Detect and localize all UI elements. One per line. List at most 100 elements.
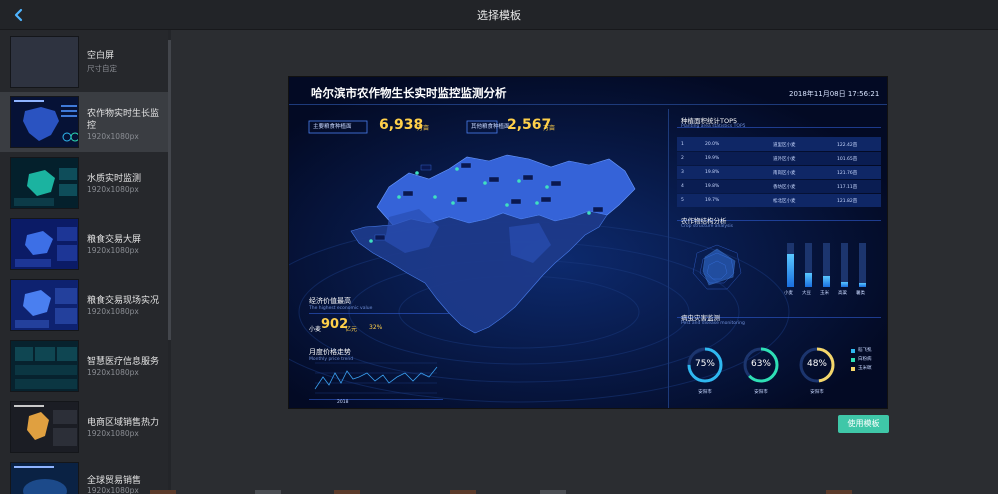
top5-cell-pct: 19.9%: [705, 156, 720, 161]
preview-title: 哈尔滨市农作物生长实时监控监测分析: [311, 86, 507, 100]
top5-cell-area: 117.11亩: [837, 185, 858, 190]
template-size: 1920x1080px: [87, 429, 139, 438]
econ-change: 32%: [369, 324, 383, 331]
legend-swatch: [851, 358, 855, 362]
template-thumbnail: [10, 401, 79, 453]
bar-track: [859, 243, 866, 287]
top5-row: 3 19.8% 南岗区小麦 121.76亩: [677, 167, 881, 179]
template-item-grain-live[interactable]: 粮食交易现场实况 1920x1080px: [0, 275, 171, 335]
template-thumbnail: [10, 218, 79, 270]
bar: [805, 273, 812, 287]
template-preview: 哈尔滨市农作物生长实时监控监测分析 2018年11月08日 17:56:21 主…: [288, 76, 888, 409]
use-template-button[interactable]: 使用模板: [838, 415, 889, 433]
template-item-crop-monitor[interactable]: 农作物实时生长监控 1920x1080px: [0, 92, 171, 152]
top5-cell-rank: 2: [681, 156, 684, 161]
template-thumbnail: [10, 279, 79, 331]
bottom-strip: [826, 490, 852, 494]
bar-label: 玉米: [820, 291, 829, 296]
price-trend-title: 月度价格走势: [309, 348, 351, 356]
pest-ring-percent: 75%: [694, 359, 715, 369]
sidebar-scrollbar-thumb[interactable]: [168, 40, 171, 340]
bar-track: [841, 243, 848, 287]
bottom-strip: [450, 490, 476, 494]
top5-cell-rank: 1: [681, 142, 684, 147]
page-title: 选择模板: [477, 9, 521, 22]
bottom-strip: [150, 490, 176, 494]
top5-cell-pct: 19.8%: [705, 170, 720, 175]
econ-title: 经济价值最高: [309, 297, 351, 305]
top5-cell-area: 121.76亩: [837, 171, 858, 176]
top5-row: 5 19.7% 松北区小麦 121.82亩: [677, 195, 881, 207]
template-name: 电商区域销售热力: [87, 418, 160, 428]
econ-crop: 小麦: [309, 326, 322, 333]
top5-cell-pct: 19.8%: [705, 184, 720, 189]
price-trend-year: 2018: [337, 400, 349, 405]
template-size: 1920x1080px: [87, 307, 139, 316]
top5-cell-area: 121.82亩: [837, 199, 858, 204]
template-name: 农作物实时生长监控: [87, 109, 160, 131]
top5-cell-name: 南岗区小麦: [773, 171, 796, 176]
top5-table: 1 20.0% 道里区小麦 122.42亩 2 19.9% 道外区小麦 101.65亩 3 19.…: [677, 137, 881, 207]
template-name: 粮食交易大屏: [87, 235, 142, 245]
pest-subtitle: Pest and disease monitoring: [681, 321, 745, 326]
legend-swatch: [851, 349, 855, 353]
price-trend-subtitle: Monthly price trend: [309, 357, 354, 362]
econ-subtitle: The highest economic value: [309, 306, 373, 311]
template-item-global-trade[interactable]: 全球贸易销售 1920x1080px: [0, 458, 171, 494]
top5-cell-rank: 5: [681, 198, 684, 203]
top5-cell-pct: 19.7%: [705, 198, 720, 203]
pest-ring-label: 安阳市: [810, 390, 824, 395]
econ-unit: 亿元: [345, 326, 358, 333]
template-thumbnail: [10, 36, 79, 88]
top5-cell-rank: 3: [681, 170, 684, 175]
top5-row: 4 19.8% 香坊区小麦 117.11亩: [677, 181, 881, 193]
pest-ring-percent: 48%: [806, 359, 827, 369]
bar-label: 高粱: [838, 291, 847, 296]
template-thumbnail: [10, 96, 79, 148]
legend-swatch: [851, 367, 855, 371]
template-size: 1920x1080px: [87, 185, 139, 194]
bottom-strip: [255, 490, 281, 494]
top5-row: 1 20.0% 道里区小麦 122.42亩: [677, 139, 881, 151]
top5-cell-area: 101.65亩: [837, 157, 858, 162]
template-item-grain-trade[interactable]: 粮食交易大屏 1920x1080px: [0, 214, 171, 274]
stat-other-label: 其他粮食种植面: [471, 124, 510, 130]
top5-cell-name: 香坊区小麦: [773, 185, 796, 190]
template-item-smart-medical[interactable]: 智慧医疗信息服务 1920x1080px: [0, 336, 171, 396]
top5-cell-area: 122.42亩: [837, 143, 858, 148]
template-size: 1920x1080px: [87, 368, 139, 377]
bar-label: 薯类: [856, 291, 865, 296]
crop-bar-chart: 小麦 大豆 玉米 高粱 薯类: [783, 243, 879, 303]
crop-structure-subtitle: Crop structure analysis: [681, 224, 734, 229]
bar-label: 大豆: [802, 291, 811, 296]
legend-item: 玉米螟: [851, 365, 887, 373]
top5-subtitle: Planting area statistics TOP5: [681, 124, 746, 129]
template-item-water-quality[interactable]: 水质实时监测 1920x1080px: [0, 153, 171, 213]
legend-label: 稻飞虱: [858, 348, 872, 353]
template-item-blank[interactable]: 空白屏 尺寸自定: [0, 32, 171, 92]
template-name: 水质实时监测: [87, 174, 142, 184]
legend-item: 稻飞虱: [851, 347, 887, 355]
template-size: 1920x1080px: [87, 246, 139, 255]
template-name: 智慧医疗信息服务: [87, 357, 160, 367]
template-size: 1920x1080px: [87, 486, 139, 494]
template-thumbnail: [10, 157, 79, 209]
bottom-strip: [334, 490, 360, 494]
template-size: 1920x1080px: [87, 132, 139, 141]
top5-cell-name: 道里区小麦: [773, 143, 796, 148]
top5-cell-name: 松北区小麦: [773, 199, 796, 204]
legend-label: 玉米螟: [858, 366, 872, 371]
stat-other-unit: 万亩: [543, 125, 556, 132]
bar-label: 小麦: [784, 291, 793, 296]
top5-row: 2 19.9% 道外区小麦 101.65亩: [677, 153, 881, 165]
template-thumbnail: [10, 462, 79, 494]
bar: [841, 282, 848, 287]
stat-main-unit: 万亩: [417, 125, 430, 132]
template-thumbnail: [10, 340, 79, 392]
template-name: 空白屏: [87, 51, 115, 61]
preview-datetime: 2018年11月08日 17:56:21: [789, 90, 880, 98]
pest-legend: 稻飞虱 白粉病 玉米螟: [851, 347, 887, 377]
template-item-ecommerce-heat[interactable]: 电商区域销售热力 1920x1080px: [0, 397, 171, 457]
pest-ring-percent: 63%: [750, 359, 771, 369]
bar: [787, 254, 794, 287]
